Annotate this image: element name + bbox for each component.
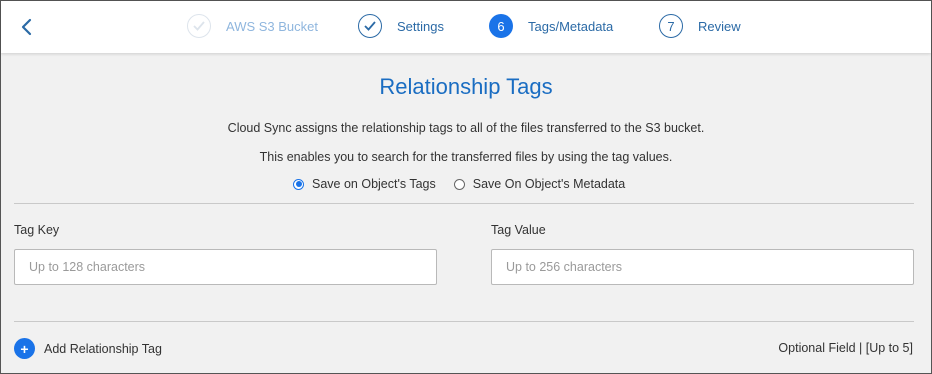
step-label: Tags/Metadata — [528, 18, 614, 34]
step-aws-s3-bucket[interactable]: AWS S3 Bucket — [187, 13, 318, 39]
back-chevron-icon[interactable] — [19, 17, 35, 37]
step-label: Settings — [397, 18, 444, 34]
radio-unselected-icon[interactable] — [453, 178, 465, 190]
divider — [14, 321, 914, 322]
check-icon — [358, 14, 382, 38]
step-number: 6 — [489, 14, 513, 38]
radio-selected-icon[interactable] — [293, 178, 304, 190]
tag-key-label: Tag Key — [14, 223, 60, 237]
optional-field-note: Optional Field | [Up to 5] — [778, 341, 913, 355]
radio-label: Save On Object's Metadata — [472, 177, 626, 191]
step-number: 7 — [659, 14, 683, 38]
app-frame: AWS S3 Bucket Settings 6 Tags/Metadata 7… — [0, 0, 932, 374]
tag-key-input[interactable] — [14, 249, 437, 285]
step-settings[interactable]: Settings — [358, 13, 444, 39]
tag-value-label: Tag Value — [491, 223, 546, 237]
add-relationship-tag-button[interactable]: + Add Relationship Tag — [14, 338, 162, 359]
storage-option-group: Save on Object's Tags Save On Object's M… — [293, 177, 625, 191]
radio-object-metadata[interactable]: Save On Object's Metadata — [453, 177, 626, 191]
add-relationship-tag-label: Add Relationship Tag — [44, 341, 162, 356]
divider — [14, 203, 914, 204]
plus-icon[interactable]: + — [14, 338, 35, 359]
step-label: AWS S3 Bucket — [226, 18, 318, 34]
step-tags-metadata[interactable]: 6 Tags/Metadata — [489, 13, 613, 39]
description-line-1: Cloud Sync assigns the relationship tags… — [227, 121, 705, 135]
description-line-2: This enables you to search for the trans… — [259, 150, 673, 164]
check-icon — [187, 14, 211, 38]
tag-value-input[interactable] — [491, 249, 914, 285]
radio-label: Save on Object's Tags — [312, 177, 436, 191]
radio-object-tags[interactable]: Save on Object's Tags — [293, 177, 436, 191]
step-label: Review — [698, 18, 741, 34]
page-title: Relationship Tags — [379, 74, 553, 99]
step-review[interactable]: 7 Review — [659, 13, 741, 39]
wizard-header: AWS S3 Bucket Settings 6 Tags/Metadata 7… — [1, 1, 931, 53]
